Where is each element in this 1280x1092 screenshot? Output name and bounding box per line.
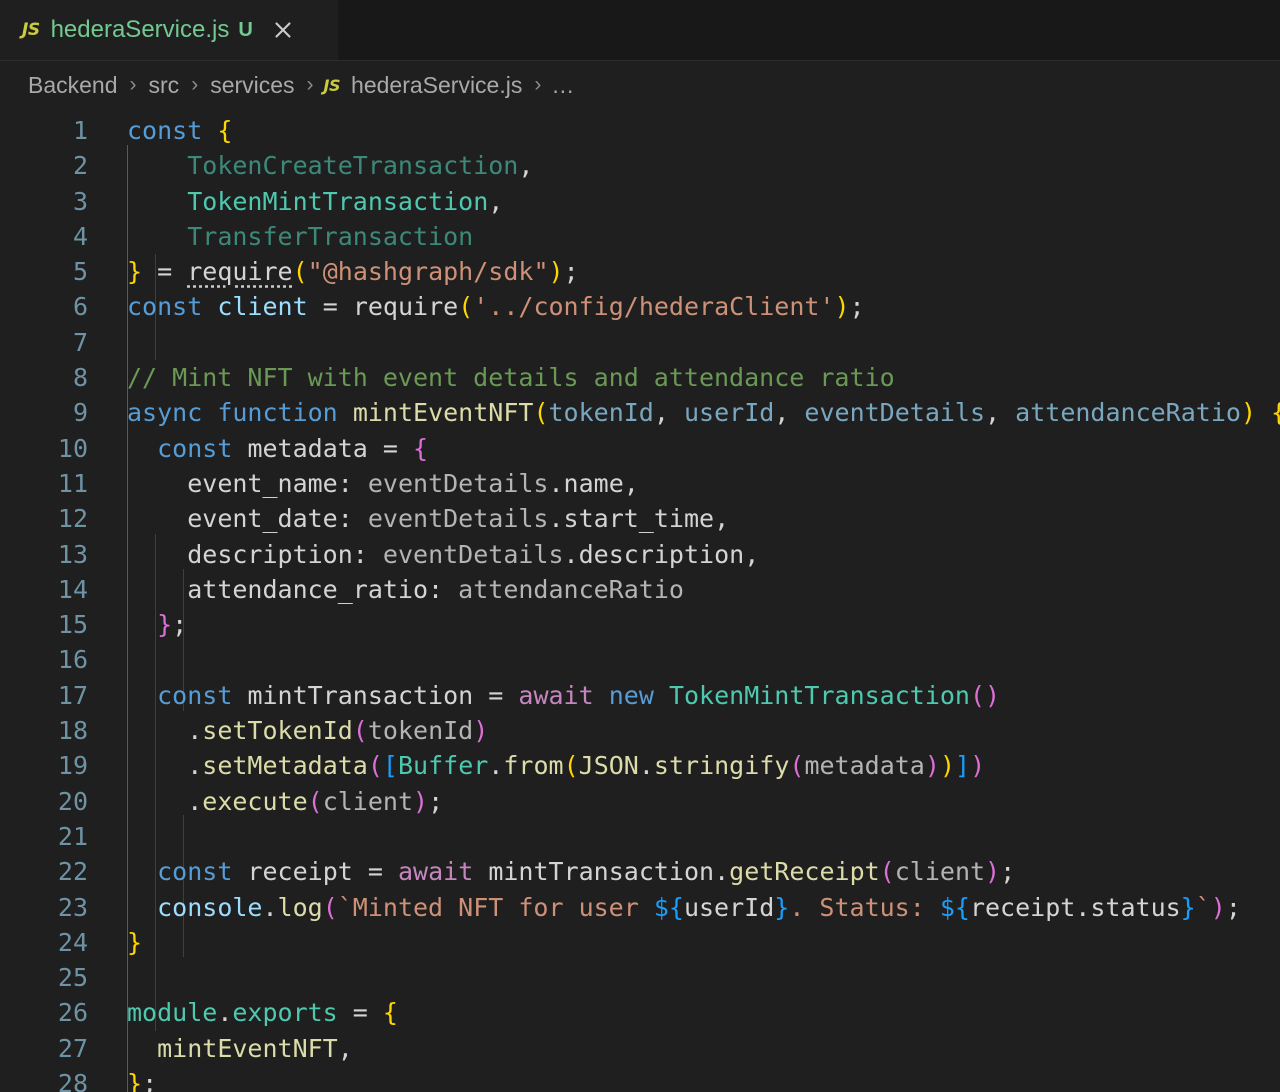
line-number: 8 [72, 363, 88, 393]
line-number: 12 [57, 504, 88, 534]
breadcrumb-item-backend[interactable]: Backend [26, 72, 120, 99]
code-line: 6 const client = require('../config/hede… [0, 289, 1280, 324]
code-line: 18 .setTokenId(tokenId) [0, 713, 1280, 748]
line-number: 23 [57, 892, 88, 922]
code-line: 14 attendance_ratio: attendanceRatio [0, 572, 1280, 607]
code-line: 2 TokenCreateTransaction, [0, 148, 1280, 183]
line-content: console.log(`Minted NFT for user ${userI… [157, 892, 1241, 922]
line-content: async function mintEventNFT(tokenId, use… [127, 398, 1280, 428]
code-line: 25 [0, 960, 1280, 995]
line-content: .setTokenId(tokenId) [187, 716, 489, 746]
line-number: 21 [57, 821, 88, 851]
line-number: 19 [57, 751, 88, 781]
line-content: const receipt = await mintTransaction.ge… [157, 857, 1016, 887]
git-status-badge: U [238, 18, 253, 41]
code-line: 28 }; [0, 1066, 1280, 1092]
code-line: 15 }; [0, 607, 1280, 642]
chevron-right-icon: › [129, 73, 137, 96]
line-number: 5 [72, 257, 88, 287]
code-line: 13 description: eventDetails.description… [0, 537, 1280, 572]
code-lines: 1 const { 2 TokenCreateTransaction, 3 To… [0, 109, 1280, 1092]
code-line: 8 // Mint NFT with event details and att… [0, 360, 1280, 395]
line-number: 17 [57, 680, 88, 710]
js-file-icon: JS [323, 75, 341, 95]
code-line: 4 TransferTransaction [0, 219, 1280, 254]
close-icon[interactable] [270, 17, 296, 43]
line-content: }; [157, 610, 188, 640]
code-line: 3 TokenMintTransaction, [0, 184, 1280, 219]
line-number: 7 [72, 327, 88, 357]
code-line: 24 } [0, 925, 1280, 960]
code-line: 19 .setMetadata([Buffer.from(JSON.string… [0, 748, 1280, 783]
code-editor[interactable]: 1 const { 2 TokenCreateTransaction, 3 To… [0, 109, 1280, 1092]
line-number: 18 [57, 716, 88, 746]
code-line: 21 [0, 819, 1280, 854]
code-line: 10 const metadata = { [0, 431, 1280, 466]
code-line: 17 const mintTransaction = await new Tok… [0, 678, 1280, 713]
chevron-right-icon: › [191, 73, 199, 96]
line-content: const mintTransaction = await new TokenM… [157, 680, 1001, 710]
line-content: description: eventDetails.description, [187, 539, 760, 569]
line-content: TransferTransaction [187, 221, 474, 251]
line-number: 20 [57, 786, 88, 816]
line-content: } [127, 927, 143, 957]
code-line: 16 [0, 642, 1280, 677]
tab-label: hederaService.js [50, 16, 230, 43]
chevron-right-icon: › [534, 73, 542, 96]
breadcrumb-item-file[interactable]: hederaService.js [349, 72, 524, 99]
line-number: 10 [57, 433, 88, 463]
line-content: }; [127, 1069, 158, 1092]
line-content: TokenCreateTransaction, [187, 151, 534, 181]
code-line: 22 const receipt = await mintTransaction… [0, 854, 1280, 889]
line-number: 3 [72, 186, 88, 216]
tab-hederaservice-js[interactable]: JS hederaService.js U [0, 0, 338, 60]
line-number: 9 [72, 398, 88, 428]
line-number: 24 [57, 927, 88, 957]
line-number: 4 [72, 221, 88, 251]
code-line: 26 module.exports = { [0, 995, 1280, 1030]
line-content: // Mint NFT with event details and atten… [127, 363, 895, 393]
code-line: 7 [0, 325, 1280, 360]
editor-tab-bar: JS hederaService.js U [0, 0, 1280, 61]
line-content: event_date: eventDetails.start_time, [187, 504, 730, 534]
breadcrumb-overflow[interactable]: … [551, 72, 575, 99]
code-line: 12 event_date: eventDetails.start_time, [0, 501, 1280, 536]
line-number: 25 [57, 963, 88, 993]
line-number: 15 [57, 610, 88, 640]
line-number: 26 [57, 998, 88, 1028]
code-line: 11 event_name: eventDetails.name, [0, 466, 1280, 501]
breadcrumb: Backend › src › services › JS hederaServ… [0, 61, 1280, 109]
line-number: 6 [72, 292, 88, 322]
js-file-icon: JS [22, 20, 40, 40]
line-number: 22 [57, 857, 88, 887]
code-line: 23 console.log(`Minted NFT for user ${us… [0, 890, 1280, 925]
line-number: 27 [57, 1033, 88, 1063]
line-content: mintEventNFT, [157, 1033, 353, 1063]
line-content: const client = require('../config/hedera… [127, 292, 865, 322]
line-number: 14 [57, 574, 88, 604]
breadcrumb-item-src[interactable]: src [147, 72, 182, 99]
line-content: attendance_ratio: attendanceRatio [187, 574, 684, 604]
line-content: .setMetadata([Buffer.from(JSON.stringify… [187, 751, 986, 781]
line-number: 11 [57, 468, 88, 498]
line-content: const metadata = { [157, 433, 429, 463]
line-number: 2 [72, 151, 88, 181]
code-line: 1 const { [0, 113, 1280, 148]
line-number: 16 [57, 645, 88, 675]
line-number: 13 [57, 539, 88, 569]
code-line: 9 async function mintEventNFT(tokenId, u… [0, 395, 1280, 430]
line-number: 1 [72, 116, 88, 145]
code-line: 5 } = require("@hashgraph/sdk"); [0, 254, 1280, 289]
breadcrumb-item-services[interactable]: services [208, 72, 296, 99]
line-content: .execute(client); [187, 786, 444, 816]
line-content: module.exports = { [127, 998, 398, 1028]
chevron-right-icon: › [306, 73, 314, 96]
line-number: 28 [57, 1069, 88, 1092]
line-content: event_name: eventDetails.name, [187, 468, 639, 498]
line-content: TokenMintTransaction, [187, 186, 504, 216]
line-content: const { [127, 116, 233, 145]
code-line: 27 mintEventNFT, [0, 1031, 1280, 1066]
code-line: 20 .execute(client); [0, 784, 1280, 819]
line-content: } = require("@hashgraph/sdk"); [127, 257, 579, 287]
